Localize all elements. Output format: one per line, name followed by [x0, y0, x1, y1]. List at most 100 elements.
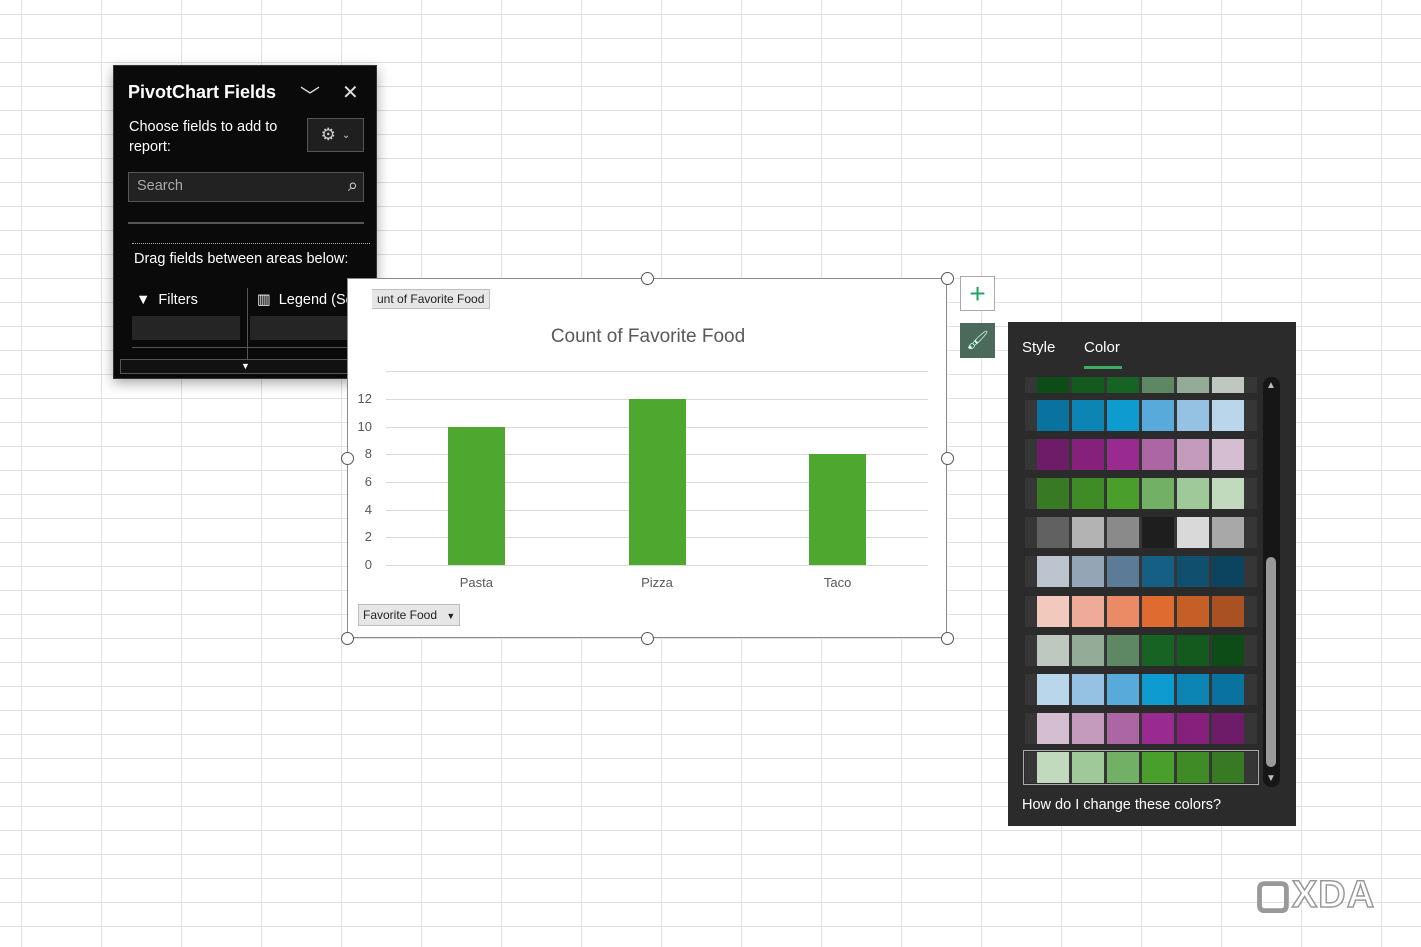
search-icon: ⌕	[347, 175, 358, 195]
bar-pizza[interactable]	[628, 399, 686, 565]
choose-fields-label: Choose fields to add to report:	[129, 119, 278, 155]
color-swatch	[1142, 595, 1174, 627]
color-palette-option[interactable]	[1025, 377, 1257, 393]
x-tick-label: Taco	[823, 575, 852, 590]
color-swatch	[1177, 712, 1209, 744]
x-tick-label: Pasta	[459, 575, 493, 590]
pivotchart-fields-pane: PivotChart Fields ﹀ ✕ Choose fields to a…	[113, 65, 377, 379]
y-tick-label: 10	[357, 418, 372, 434]
chart-elements-button[interactable]: +	[960, 276, 995, 311]
resize-handle[interactable]	[341, 632, 354, 645]
chart-styles-panel: Style Color ▲ ▼ How do I change these co…	[1008, 322, 1296, 826]
color-palette-option[interactable]	[1025, 673, 1257, 705]
color-swatch	[1212, 712, 1244, 744]
color-palette-option[interactable]	[1025, 595, 1257, 627]
color-swatch	[1177, 478, 1209, 510]
bar-pasta[interactable]	[447, 426, 505, 565]
color-palette-option[interactable]	[1025, 712, 1257, 744]
color-swatch	[1212, 478, 1244, 510]
value-field-button[interactable]: unt of Favorite Food	[372, 289, 491, 309]
help-link[interactable]: How do I change these colors?	[1022, 797, 1221, 813]
tab-style[interactable]: Style	[1022, 339, 1055, 356]
scrollbar[interactable]: ▲ ▼	[1263, 377, 1280, 787]
color-swatch	[1037, 751, 1069, 783]
y-tick-label: 4	[364, 501, 372, 517]
color-swatch	[1212, 377, 1244, 393]
color-swatch	[1177, 595, 1209, 627]
color-swatch	[1177, 517, 1209, 549]
color-swatch	[1142, 439, 1174, 471]
scrollbar-thumb[interactable]	[1266, 557, 1276, 767]
resize-handle[interactable]	[941, 452, 954, 465]
chevron-down-icon: ⌄	[341, 129, 351, 141]
plus-icon: +	[969, 277, 986, 309]
scroll-down-button[interactable]: ▼	[120, 359, 371, 374]
color-swatch	[1072, 712, 1104, 744]
filters-area-label: ▼ Filters	[136, 292, 198, 308]
tab-color[interactable]: Color	[1084, 339, 1120, 356]
color-swatch	[1107, 517, 1139, 549]
x-tick-label: Pizza	[641, 575, 673, 590]
y-tick-label: 6	[364, 474, 372, 490]
color-swatch	[1107, 400, 1139, 431]
color-swatch	[1107, 556, 1139, 588]
chart-styles-button[interactable]: 🖌	[960, 323, 995, 358]
color-swatch	[1212, 673, 1244, 705]
color-swatch	[1072, 673, 1104, 705]
chart-title[interactable]: Count of Favorite Food	[348, 326, 948, 348]
color-swatch	[1212, 556, 1244, 588]
resize-handle[interactable]	[941, 632, 954, 645]
filters-drop-zone[interactable]	[132, 316, 240, 340]
color-swatch	[1142, 400, 1174, 431]
color-swatch	[1142, 712, 1174, 744]
color-swatch	[1212, 595, 1244, 627]
search-input[interactable]: Search ⌕	[128, 172, 364, 202]
chevron-down-icon[interactable]: ﹀	[300, 80, 320, 109]
scroll-up-icon[interactable]: ▲	[1266, 380, 1276, 391]
color-swatch	[1072, 400, 1104, 431]
pivot-chart[interactable]: unt of Favorite Food Count of Favorite F…	[347, 278, 947, 638]
color-swatch	[1142, 517, 1174, 549]
legend-icon: ▥	[257, 292, 271, 308]
color-palette-option[interactable]	[1025, 478, 1257, 510]
close-icon[interactable]: ✕	[342, 80, 359, 105]
color-swatch	[1177, 751, 1209, 783]
active-tab-indicator	[1084, 366, 1122, 369]
color-palette-option[interactable]	[1025, 517, 1257, 549]
settings-button[interactable]: ⚙ ⌄	[307, 118, 364, 152]
pane-title: PivotChart Fields	[128, 82, 277, 102]
color-swatch	[1107, 634, 1139, 666]
scroll-down-icon[interactable]: ▼	[1266, 773, 1276, 784]
search-placeholder: Search	[137, 178, 183, 194]
color-swatch	[1177, 439, 1209, 471]
color-swatch	[1037, 439, 1069, 471]
color-swatch	[1107, 439, 1139, 471]
resize-handle[interactable]	[341, 452, 354, 465]
color-swatch	[1037, 400, 1069, 431]
color-swatch	[1212, 439, 1244, 471]
color-swatch	[1212, 751, 1244, 783]
resize-handle[interactable]	[641, 632, 654, 645]
filter-icon: ▼	[136, 292, 151, 308]
filters-label: Filters	[158, 292, 198, 308]
color-swatch	[1037, 556, 1069, 588]
color-swatch	[1072, 556, 1104, 588]
resize-handle[interactable]	[941, 272, 954, 285]
color-swatch	[1212, 634, 1244, 666]
color-palette-option[interactable]	[1025, 439, 1257, 471]
paintbrush-icon: 🖌	[966, 330, 989, 350]
bar-taco[interactable]	[809, 454, 867, 565]
color-palette-option[interactable]	[1023, 749, 1259, 785]
color-swatch	[1072, 517, 1104, 549]
color-palette-option[interactable]	[1025, 400, 1257, 431]
resize-handle[interactable]	[641, 272, 654, 285]
color-swatch	[1072, 595, 1104, 627]
color-swatch	[1107, 377, 1139, 393]
color-swatch	[1177, 377, 1209, 393]
color-palette-option[interactable]	[1025, 634, 1257, 666]
axis-field-button[interactable]: Favorite Food ▼	[358, 604, 461, 626]
color-palette-option[interactable]	[1025, 556, 1257, 588]
color-swatch	[1142, 751, 1174, 783]
xda-logo: ▢XDA	[1254, 873, 1376, 917]
color-swatch	[1107, 673, 1139, 705]
